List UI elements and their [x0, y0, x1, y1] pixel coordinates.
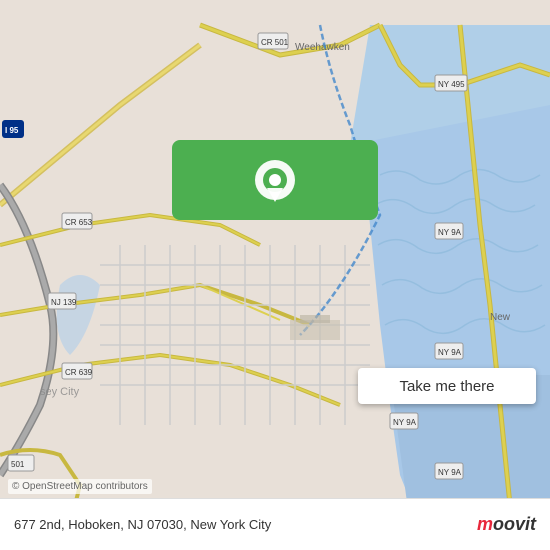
svg-text:Weehawken: Weehawken [295, 42, 350, 53]
svg-text:NJ 139: NJ 139 [51, 298, 77, 307]
svg-text:CR 501: CR 501 [261, 38, 289, 47]
moovit-logo: moovit [477, 514, 536, 535]
svg-text:NY 9A: NY 9A [393, 418, 417, 427]
location-pin-icon [253, 158, 297, 210]
map-background: sey City Weehawken New I 95 CR 501 CR 65… [0, 0, 550, 550]
address-label: 677 2nd, Hoboken, NJ 07030, New York Cit… [14, 517, 271, 532]
svg-text:sey City: sey City [40, 386, 80, 398]
svg-text:CR 653: CR 653 [65, 218, 93, 227]
svg-text:New: New [490, 312, 511, 323]
svg-text:501: 501 [11, 460, 25, 469]
svg-text:NY 9A: NY 9A [438, 228, 462, 237]
map-container: sey City Weehawken New I 95 CR 501 CR 65… [0, 0, 550, 550]
bottom-bar: 677 2nd, Hoboken, NJ 07030, New York Cit… [0, 498, 550, 550]
svg-text:CR 639: CR 639 [65, 368, 93, 377]
svg-text:NY 495: NY 495 [438, 80, 465, 89]
svg-text:NY 9A: NY 9A [438, 468, 462, 477]
location-card: Take me there [172, 140, 378, 220]
copyright-text: © OpenStreetMap contributors [8, 479, 152, 494]
map-pin-area [253, 140, 297, 220]
take-me-there-button[interactable]: Take me there [358, 368, 536, 404]
svg-text:NY 9A: NY 9A [438, 348, 462, 357]
svg-text:I 95: I 95 [5, 126, 19, 135]
moovit-brand-text: moovit [477, 514, 536, 535]
